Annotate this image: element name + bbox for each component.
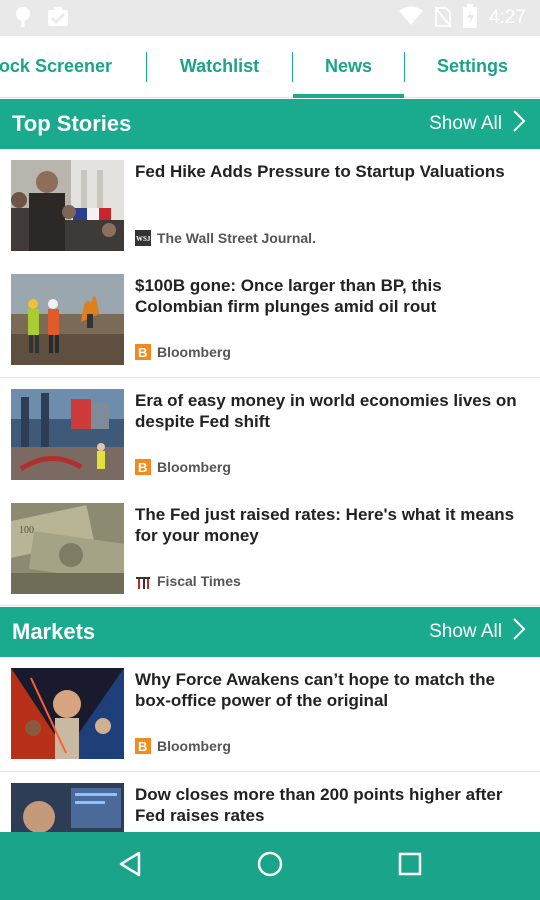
- bloomberg-logo-icon: B: [135, 344, 151, 360]
- article-headline: Era of easy money in world economies liv…: [135, 391, 517, 431]
- no-sim-icon: [434, 5, 452, 31]
- article-thumbnail: [11, 274, 124, 365]
- svg-text:100: 100: [19, 525, 34, 536]
- show-all-button[interactable]: Show All: [429, 617, 526, 647]
- bloomberg-logo-icon: B: [135, 738, 151, 754]
- tab-bar: Stock Screener Watchlist News Settings: [0, 36, 540, 98]
- section-header-markets: Markets Show All: [0, 607, 540, 657]
- tab-stock-screener[interactable]: Stock Screener: [0, 36, 146, 97]
- tab-settings[interactable]: Settings: [405, 36, 540, 97]
- article-row[interactable]: Era of easy money in world economies liv…: [0, 378, 540, 493]
- section-title: Markets: [12, 619, 96, 644]
- article-source: B Bloomberg: [135, 344, 231, 360]
- wifi-icon: [399, 6, 424, 30]
- article-row[interactable]: 100 The Fed just raised rates: Here's wh…: [0, 492, 540, 606]
- wsj-logo-icon: WSJ: [135, 230, 151, 246]
- section-title: Top Stories: [12, 111, 132, 136]
- article-thumbnail: 100: [11, 503, 124, 594]
- back-icon[interactable]: [117, 850, 143, 882]
- article-headline: Why Force Awakens can’t hope to match th…: [135, 670, 495, 710]
- article-row[interactable]: Why Force Awakens can’t hope to match th…: [0, 657, 540, 772]
- show-all-button[interactable]: Show All: [429, 109, 526, 139]
- article-source: WSJ The Wall Street Journal.: [135, 230, 316, 246]
- chevron-right-icon: [512, 109, 526, 139]
- battery-icon: [463, 4, 478, 32]
- navigation-bar: [0, 832, 540, 900]
- chevron-right-icon: [512, 617, 526, 647]
- fiscal-times-logo-icon: [135, 573, 151, 589]
- article-row[interactable]: Fed Hike Adds Pressure to Startup Valuat…: [0, 149, 540, 264]
- home-icon[interactable]: [256, 850, 284, 882]
- section-header-top-stories: Top Stories Show All: [0, 99, 540, 149]
- svg-text:B: B: [138, 460, 147, 475]
- article-thumbnail: [11, 389, 124, 480]
- bloomberg-logo-icon: B: [135, 459, 151, 475]
- recents-icon[interactable]: [397, 851, 423, 881]
- svg-text:B: B: [138, 345, 147, 360]
- svg-text:WSJ: WSJ: [136, 235, 151, 243]
- tab-news[interactable]: News: [293, 36, 404, 98]
- article-headline: $100B gone: Once larger than BP, this Co…: [135, 276, 442, 316]
- article-thumbnail: [11, 783, 124, 832]
- article-source: Fiscal Times: [135, 573, 241, 589]
- article-row[interactable]: Dow closes more than 200 points higher a…: [0, 772, 540, 832]
- article-source: B Bloomberg: [135, 459, 231, 475]
- article-headline: Fed Hike Adds Pressure to Startup Valuat…: [135, 162, 505, 181]
- status-time: 4:27: [489, 7, 526, 28]
- article-row[interactable]: $100B gone: Once larger than BP, this Co…: [0, 263, 540, 378]
- map-pin-icon: [14, 6, 32, 32]
- article-thumbnail: [11, 160, 124, 251]
- svg-text:B: B: [138, 739, 147, 754]
- article-headline: Dow closes more than 200 points higher a…: [135, 785, 503, 825]
- tab-watchlist[interactable]: Watchlist: [147, 36, 292, 97]
- image-notification-icon: [46, 6, 70, 32]
- article-headline: The Fed just raised rates: Here's what i…: [135, 505, 515, 545]
- article-thumbnail: [11, 668, 124, 759]
- status-bar: 4:27: [0, 0, 540, 36]
- article-source: B Bloomberg: [135, 738, 231, 754]
